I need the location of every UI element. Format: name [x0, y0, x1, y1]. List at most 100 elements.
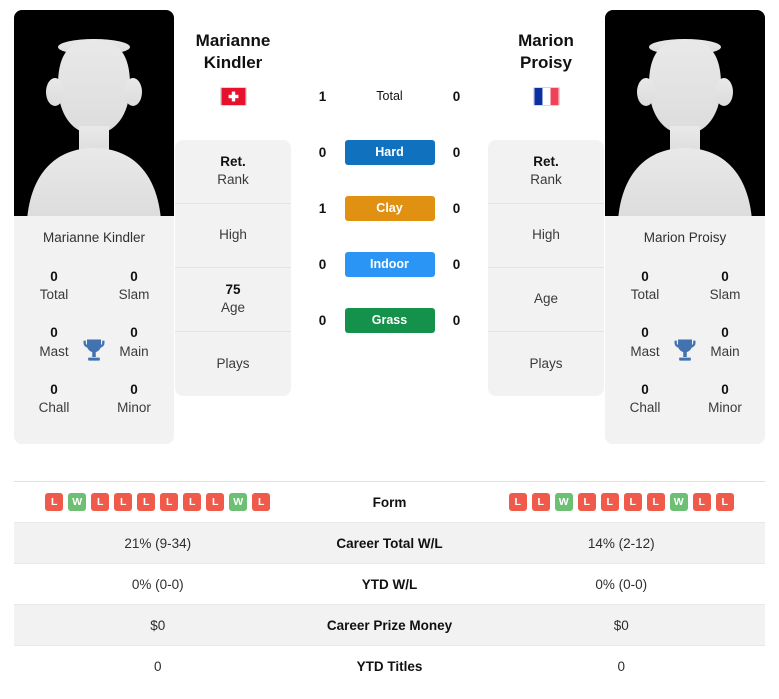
- surface-hard-left-value: 0: [318, 144, 327, 160]
- info-row-plays-right: Plays: [488, 332, 604, 396]
- career-prize-money-right: $0: [613, 617, 629, 633]
- player-avatar-silhouette-icon: [27, 39, 161, 216]
- comparison-table: LWLLLLLLWL Form LLWLLLLWLL 21% (9-34) Ca…: [14, 481, 765, 687]
- player-card-right[interactable]: Marion Proisy 0 Total 0 Slam 0 Mast 0 Ma…: [605, 10, 765, 445]
- stat-slam-value-right: 0: [721, 269, 729, 284]
- stat-slam-label-right: Slam: [709, 287, 741, 303]
- surface-total-left-value: 1: [318, 88, 327, 104]
- stat-total-label-left: Total: [39, 287, 69, 303]
- table-label-career-total-wl: Career Total W/L: [336, 535, 443, 551]
- surface-row-hard: 0 Hard 0: [292, 124, 487, 180]
- stat-minor-value-left: 0: [130, 381, 138, 397]
- form-badge-right-8[interactable]: L: [692, 493, 711, 511]
- info-rank-value-left: Ret.: [220, 154, 246, 170]
- form-badge-left-4[interactable]: L: [137, 493, 156, 511]
- form-badge-left-0[interactable]: L: [45, 493, 64, 511]
- surface-hard-right-value: 0: [452, 144, 461, 160]
- player-card-name-left: Marianne Kindler: [14, 216, 174, 255]
- player-name-line2-right: Proisy: [520, 53, 572, 73]
- info-high-label-right: High: [532, 227, 560, 243]
- form-badges-left: LWLLLLLLWL: [14, 493, 302, 511]
- ytd-titles-right: 0: [617, 659, 625, 674]
- stat-slam-value-left: 0: [130, 269, 138, 284]
- form-badge-left-6[interactable]: L: [183, 493, 202, 511]
- stat-minor-right: 0 Minor: [685, 372, 765, 428]
- player-name-right: Marion Proisy: [518, 30, 574, 75]
- info-age-label-left: Age: [220, 300, 246, 316]
- form-badge-right-0[interactable]: L: [508, 493, 527, 511]
- table-label-ytd-titles: YTD Titles: [356, 659, 423, 674]
- form-badge-right-4[interactable]: L: [600, 493, 619, 511]
- player-photo-right: [605, 10, 765, 216]
- surface-badge-hard: Hard: [344, 139, 435, 165]
- surface-clay-left-value: 1: [318, 200, 327, 216]
- surface-badge-clay: Clay: [344, 195, 435, 221]
- player-name-left: Marianne Kindler: [196, 30, 271, 75]
- table-label-ytd-wl: YTD W/L: [361, 576, 418, 592]
- player-header-left: Marianne Kindler Ret. Rank High 75 Age P…: [174, 10, 292, 396]
- ytd-wl-left: 0% (0-0): [131, 576, 184, 592]
- flag-france-icon: [532, 86, 560, 106]
- stat-total-right: 0 Total: [605, 259, 685, 315]
- form-badge-left-5[interactable]: L: [160, 493, 179, 511]
- info-row-age-right: Age: [488, 268, 604, 332]
- stat-total-value-left: 0: [50, 269, 58, 284]
- surface-badge-indoor: Indoor: [344, 251, 435, 277]
- info-age-label-right: Age: [533, 291, 559, 307]
- surface-indoor-left-value: 0: [318, 256, 327, 272]
- form-badge-right-2[interactable]: W: [554, 493, 573, 511]
- stat-minor-value-right: 0: [721, 381, 729, 397]
- info-row-high-right: High: [488, 204, 604, 268]
- surface-total-right-value: 0: [452, 88, 461, 104]
- top-comparison-area: Marianne Kindler 0 Total 0 Slam 0 Mast 0…: [0, 0, 779, 445]
- player-card-left[interactable]: Marianne Kindler 0 Total 0 Slam 0 Mast 0…: [14, 10, 174, 445]
- form-badges-right: LLWLLLLWLL: [478, 493, 766, 511]
- flag-switzerland-icon: [219, 86, 247, 106]
- form-badge-left-8[interactable]: W: [229, 493, 248, 511]
- ytd-titles-left: 0: [153, 659, 162, 674]
- player-photo-left: [14, 10, 174, 216]
- stat-minor-label-left: Minor: [117, 400, 151, 416]
- stat-total-label-right: Total: [630, 287, 660, 303]
- surface-clay-right-value: 0: [452, 200, 461, 216]
- stat-chall-left: 0 Chall: [14, 372, 94, 428]
- table-row-career-total-wl: 21% (9-34) Career Total W/L 14% (2-12): [14, 523, 765, 564]
- form-badge-right-5[interactable]: L: [623, 493, 642, 511]
- info-row-rank-right: Ret. Rank: [488, 140, 604, 204]
- stat-chall-label-right: Chall: [629, 400, 661, 416]
- table-row-form: LWLLLLLLWL Form LLWLLLLWLL: [14, 482, 765, 523]
- table-label-form: Form: [372, 494, 407, 510]
- player-card-name-right: Marion Proisy: [605, 216, 765, 255]
- form-badge-left-2[interactable]: L: [91, 493, 110, 511]
- player-comparison-page: Marianne Kindler 0 Total 0 Slam 0 Mast 0…: [0, 0, 779, 699]
- form-badge-left-3[interactable]: L: [114, 493, 133, 511]
- surface-indoor-right-value: 0: [452, 256, 461, 272]
- form-badge-left-9[interactable]: L: [252, 493, 271, 511]
- form-badge-right-9[interactable]: L: [715, 493, 734, 511]
- form-badge-right-6[interactable]: L: [646, 493, 665, 511]
- player-info-table-right: Ret. Rank High Age Plays: [488, 139, 604, 396]
- player-name-line1-right: Marion: [518, 31, 574, 50]
- form-badge-left-7[interactable]: L: [206, 493, 225, 511]
- stat-chall-right: 0 Chall: [605, 372, 685, 428]
- stat-total-left: 0 Total: [14, 259, 94, 315]
- form-badge-right-1[interactable]: L: [531, 493, 550, 511]
- career-total-wl-right: 14% (2-12): [587, 535, 655, 551]
- player-info-table-left: Ret. Rank High 75 Age Plays: [175, 139, 291, 396]
- surface-row-grass: 0 Grass 0: [292, 292, 487, 348]
- stat-minor-label-right: Minor: [708, 400, 742, 416]
- surface-row-total: 1 Total 0: [292, 68, 487, 124]
- stat-chall-label-left: Chall: [38, 400, 70, 416]
- form-badge-right-7[interactable]: W: [669, 493, 688, 511]
- trophy-icon: [83, 339, 105, 361]
- form-badge-left-1[interactable]: W: [68, 493, 87, 511]
- form-badge-right-3[interactable]: L: [577, 493, 596, 511]
- stat-chall-value-left: 0: [50, 381, 58, 397]
- player-trophy-stats-right: 0 Total 0 Slam 0 Mast 0 Main 0 Chall 0 M…: [605, 255, 765, 445]
- info-age-value-left: 75: [225, 282, 241, 298]
- info-row-high-left: High: [175, 204, 291, 268]
- player-avatar-silhouette-icon: [618, 39, 752, 216]
- table-row-career-prize-money: $0 Career Prize Money $0: [14, 605, 765, 646]
- career-total-wl-left: 21% (9-34): [124, 535, 192, 551]
- info-row-age-left: 75 Age: [175, 268, 291, 332]
